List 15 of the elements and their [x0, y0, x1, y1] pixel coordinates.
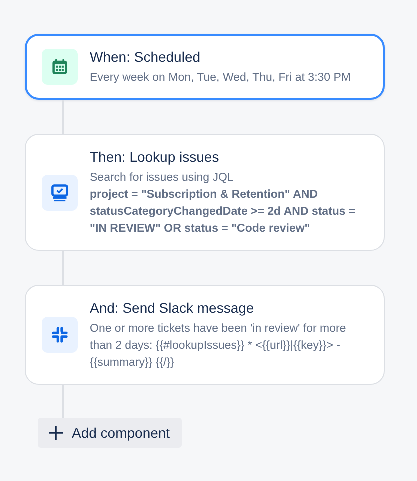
monitor-icon	[51, 184, 69, 202]
jql-query: project = "Subscription & Retention" AND statusCategoryChangedDate >= 2d AND status = "IN REVIEW" OR status = "Code review"	[90, 188, 357, 237]
step-description: One or more tickets have been 'in review' for more than 2 days: {{#lookupIssues}} * <{{url}}|{{key}}> - {{summary}} {{/}}	[90, 322, 348, 371]
step-card[interactable]: When: Scheduled Every week on Mon, Tue, Wed, Thu, Fri at 3:30 PM	[25, 34, 385, 100]
step-card[interactable]: And: Send Slack message One or more tickets have been 'in review' for more than 2 days: {{#lookupIssues}} * <{{url}}|{{key}}> - {{summary}} {{/}}	[25, 285, 385, 385]
add-component-button[interactable]: Add component	[38, 418, 182, 448]
step-description: Search for issues using JQL	[90, 171, 235, 186]
step-title: And: Send Slack message	[90, 299, 256, 318]
step-title: When: Scheduled	[90, 48, 202, 67]
slack-icon	[51, 326, 69, 344]
step-description: Every week on Mon, Tue, Wed, Thu, Fri at 3:30 PM	[90, 71, 351, 86]
plus-icon	[48, 425, 64, 441]
step-card[interactable]: Then: Lookup issues Search for issues using JQL project = "Subscription & Retention" AND statusCategoryChangedDate >= 2d AND status = "IN REVIEW" OR status = "Code review"	[25, 134, 385, 251]
calendar-icon	[51, 58, 69, 76]
step-title: Then: Lookup issues	[90, 148, 220, 167]
